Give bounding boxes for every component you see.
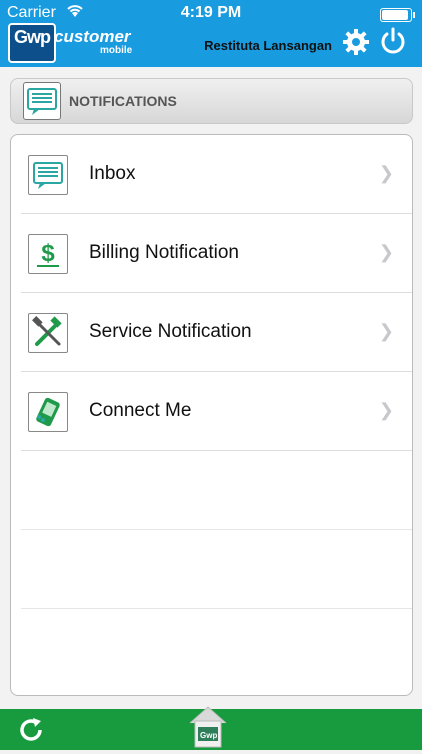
chevron-right-icon: ❯ (378, 163, 394, 183)
tools-icon (28, 313, 68, 353)
notifications-icon (23, 82, 61, 120)
list-item-billing[interactable]: $ Billing Notification ❯ (11, 214, 412, 293)
battery-icon (380, 8, 415, 22)
list-item-label: Inbox (89, 163, 136, 184)
home-button[interactable]: Gwp (188, 703, 228, 749)
user-name: Restituta Lansangan (204, 38, 332, 53)
app-header: Carrier 4:19 PM Gwp customer mobile Rest… (0, 0, 422, 67)
list-item-service[interactable]: Service Notification ❯ (11, 293, 412, 372)
app-logo: Gwp customer mobile (8, 23, 132, 63)
chevron-right-icon: ❯ (378, 242, 394, 262)
logo-badge-text: Gwp (14, 27, 51, 47)
logo-word: customer (54, 27, 131, 46)
status-bar: Carrier 4:19 PM (0, 0, 422, 24)
list-item-label: Billing Notification (89, 242, 239, 263)
inbox-icon (28, 155, 68, 195)
list-item-label: Service Notification (89, 321, 252, 342)
notifications-list: Inbox ❯ $ Billing Notification ❯ Service… (10, 134, 413, 696)
refresh-icon[interactable] (16, 715, 46, 745)
divider (21, 450, 412, 451)
logo-sub: mobile (100, 45, 133, 56)
clock: 4:19 PM (180, 4, 242, 21)
divider (21, 608, 412, 609)
gear-icon[interactable] (342, 28, 370, 56)
chevron-right-icon: ❯ (378, 321, 394, 341)
power-icon[interactable] (378, 26, 408, 56)
logo-badge: Gwp (8, 23, 56, 63)
svg-text:$: $ (41, 240, 55, 267)
bottom-bar: Gwp (0, 706, 422, 750)
list-item-label: Connect Me (89, 400, 192, 421)
section-header: NOTIFICATIONS (10, 78, 413, 124)
chevron-right-icon: ❯ (378, 400, 394, 420)
home-label: Gwp (200, 731, 218, 740)
section-title: NOTIFICATIONS (69, 93, 177, 109)
list-item-inbox[interactable]: Inbox ❯ (11, 135, 412, 214)
divider (21, 529, 412, 530)
dollar-icon: $ (28, 234, 68, 274)
list-item-connect[interactable]: Connect Me ❯ (11, 372, 412, 451)
phone-icon (28, 392, 68, 432)
